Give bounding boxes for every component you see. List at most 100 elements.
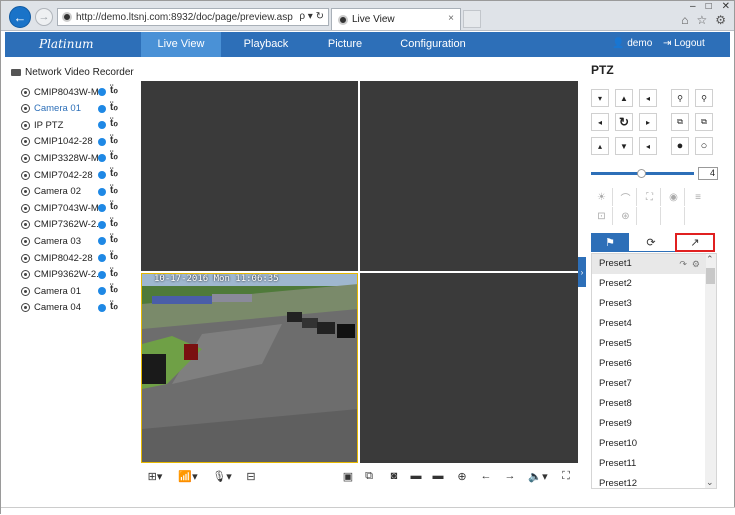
iris-close-icon[interactable]: ○: [695, 137, 713, 155]
preset-item[interactable]: Preset10: [592, 434, 706, 454]
tab-preset-flag-icon[interactable]: ⚑: [591, 233, 629, 252]
ptz-down-left-arrow-icon[interactable]: ▴: [591, 137, 609, 155]
ptz-control-icon[interactable]: ẗℴ: [110, 301, 118, 312]
digital-zoom-icon[interactable]: ⊕: [455, 467, 469, 485]
ptz-left-arrow-icon[interactable]: ◂: [591, 113, 609, 131]
camera-list-item[interactable]: CMIP9362W-2... ẗℴ: [21, 268, 141, 282]
camera-list-item[interactable]: CMIP8042-28 ẗℴ: [21, 251, 141, 265]
ptz-control-icon[interactable]: ẗℴ: [110, 284, 118, 295]
camera-list-item[interactable]: CMIP8043W-MZ ẗℴ: [21, 85, 141, 99]
preset-list-scrollbar[interactable]: ⌃ ⌄: [705, 254, 716, 488]
back-arrow-icon[interactable]: ←: [9, 6, 31, 28]
nvr-root[interactable]: Network Video Recorder: [11, 67, 134, 78]
preset-item[interactable]: Preset5: [592, 334, 706, 354]
ptz-control-icon[interactable]: ẗℴ: [110, 102, 118, 113]
preset-item[interactable]: Preset8: [592, 394, 706, 414]
tab-patrol-icon[interactable]: ⟳: [631, 233, 671, 252]
ptz-control-icon[interactable]: ẗℴ: [110, 218, 118, 229]
address-bar[interactable]: http://demo.ltsnj.com:8932/doc/page/prev…: [57, 8, 329, 26]
preset-item[interactable]: Preset9: [592, 414, 706, 434]
ptz-control-icon[interactable]: ẗℴ: [110, 268, 118, 279]
stop-all-live-icon[interactable]: ⧉: [362, 467, 376, 485]
ptz-function-slot-4[interactable]: [663, 207, 685, 225]
preset-item[interactable]: Preset2: [592, 274, 706, 294]
minimize-icon[interactable]: –: [690, 1, 696, 12]
video-window-3[interactable]: 10-17-2016 Mon 11:06:35: [141, 273, 358, 463]
3d-positioning-icon[interactable]: ⊛: [615, 207, 637, 225]
ptz-control-icon[interactable]: ẗℴ: [110, 201, 118, 212]
call-preset-icon[interactable]: ↷: [679, 259, 687, 269]
close-window-icon[interactable]: ✕: [722, 1, 730, 12]
tab-close-button[interactable]: ×: [448, 13, 454, 24]
ptz-control-icon[interactable]: ẗℴ: [110, 185, 118, 196]
preset-item[interactable]: Preset12: [592, 474, 706, 488]
video-wall-icon[interactable]: ⊟: [244, 467, 258, 485]
next-page-icon[interactable]: →: [503, 467, 517, 485]
ptz-right-arrow-icon[interactable]: ▸: [639, 113, 657, 131]
settings-gear-icon[interactable]: ⚙: [715, 13, 726, 27]
camera-list-item[interactable]: Camera 01 ẗℴ: [21, 284, 141, 298]
camera-list-item[interactable]: CMIP7362W-2... ẗℴ: [21, 218, 141, 232]
scroll-thumb[interactable]: [706, 268, 715, 284]
ptz-control-icon[interactable]: ẗℴ: [110, 234, 118, 245]
video-window-1[interactable]: [141, 81, 358, 271]
record-all-icon[interactable]: ▬: [431, 467, 445, 485]
favorites-star-icon[interactable]: ☆: [696, 13, 707, 27]
focus-far-icon[interactable]: ⧉: [695, 113, 713, 131]
ptz-function-slot-3[interactable]: [639, 207, 661, 225]
focus-near-icon[interactable]: ⧉: [671, 113, 689, 131]
preset-item[interactable]: Preset6: [592, 354, 706, 374]
set-preset-gear-icon[interactable]: ⚙: [692, 259, 700, 269]
ptz-up-right-arrow-icon[interactable]: ◂: [639, 89, 657, 107]
tab-pattern-icon[interactable]: ↗: [675, 233, 715, 252]
camera-list-item[interactable]: CMIP1042-28 ẗℴ: [21, 135, 141, 149]
menu-icon[interactable]: ≡: [687, 188, 709, 206]
browser-tab[interactable]: Live View ×: [331, 8, 461, 30]
preset-item[interactable]: Preset11: [592, 454, 706, 474]
record-icon[interactable]: ▬: [409, 467, 423, 485]
lens-init-icon[interactable]: ◉: [663, 188, 685, 206]
camera-list-item[interactable]: IP PTZ ẗℴ: [21, 118, 141, 132]
ptz-control-icon[interactable]: ẗℴ: [110, 118, 118, 129]
preset-item[interactable]: Preset3: [592, 294, 706, 314]
camera-list-item[interactable]: Camera 04 ẗℴ: [21, 301, 141, 315]
manual-tracking-icon[interactable]: ⊡: [591, 207, 613, 225]
preset-item[interactable]: Preset1 ↷ ⚙: [592, 254, 706, 274]
video-window-2[interactable]: [360, 81, 578, 271]
ptz-down-arrow-icon[interactable]: ▼: [615, 137, 633, 155]
previous-page-icon[interactable]: ←: [479, 467, 493, 485]
wiper-icon[interactable]: ⌒: [615, 188, 637, 206]
forward-arrow-icon[interactable]: →: [35, 8, 53, 26]
new-tab-button[interactable]: [463, 10, 481, 28]
ptz-control-icon[interactable]: ẗℴ: [110, 151, 118, 162]
preset-item[interactable]: Preset4: [592, 314, 706, 334]
camera-list-item[interactable]: Camera 02 ẗℴ: [21, 185, 141, 199]
scroll-down-icon[interactable]: ⌄: [706, 477, 714, 488]
start-all-live-icon[interactable]: ▣: [341, 467, 355, 485]
collapse-panel-arrow-icon[interactable]: ›: [578, 257, 586, 287]
tab-playback[interactable]: Playback: [231, 32, 301, 57]
ptz-speed-slider-handle[interactable]: [637, 169, 646, 178]
ptz-control-icon[interactable]: ẗℴ: [110, 135, 118, 146]
ptz-control-icon[interactable]: ẗℴ: [110, 251, 118, 262]
ptz-control-icon[interactable]: ẗℴ: [110, 85, 118, 96]
ptz-control-icon[interactable]: ẗℴ: [110, 168, 118, 179]
camera-list-item[interactable]: CMIP7043W-MZ ẗℴ: [21, 201, 141, 215]
zoom-in-icon[interactable]: ⚲: [695, 89, 713, 107]
fullscreen-icon[interactable]: ⛶: [559, 467, 573, 485]
ptz-auto-rotate-icon[interactable]: ↻: [615, 113, 633, 131]
camera-list-item[interactable]: CMIP3328W-M ẗℴ: [21, 151, 141, 165]
ptz-up-arrow-icon[interactable]: ▲: [615, 89, 633, 107]
iris-open-icon[interactable]: ●: [671, 137, 689, 155]
light-icon[interactable]: ☀: [591, 188, 613, 206]
tab-configuration[interactable]: Configuration: [383, 32, 483, 57]
tab-picture[interactable]: Picture: [315, 32, 375, 57]
home-icon[interactable]: ⌂: [681, 13, 688, 27]
ptz-up-left-arrow-icon[interactable]: ▾: [591, 89, 609, 107]
user-menu[interactable]: 👤 demo: [612, 38, 652, 49]
camera-list-item[interactable]: CMIP7042-28 ẗℴ: [21, 168, 141, 182]
stream-type-icon[interactable]: 📶▾: [177, 467, 199, 485]
ptz-down-right-arrow-icon[interactable]: ◂: [639, 137, 657, 155]
preset-item[interactable]: Preset7: [592, 374, 706, 394]
logout-button[interactable]: ⇥ Logout: [663, 38, 705, 49]
